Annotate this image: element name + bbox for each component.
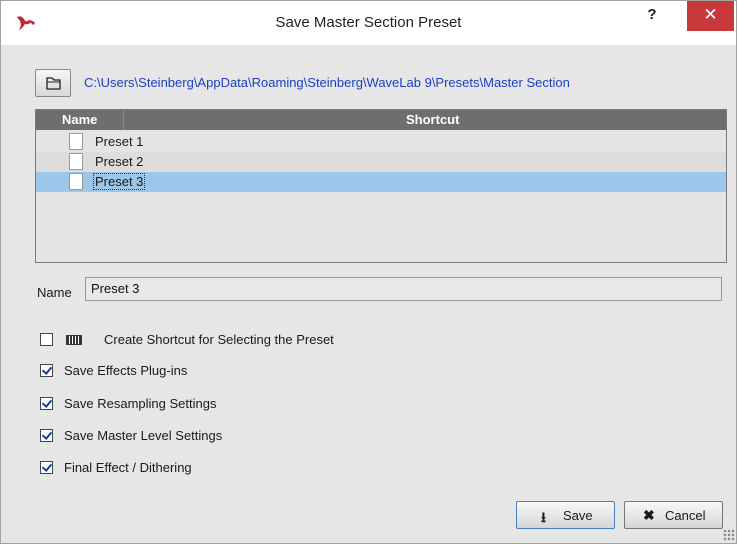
save-effects-label[interactable]: Save Effects Plug-ins [64, 363, 187, 378]
column-divider[interactable] [123, 110, 124, 130]
help-button[interactable]: ? [641, 5, 663, 27]
folder-icon [46, 77, 61, 90]
create-shortcut-checkbox[interactable] [40, 333, 53, 346]
close-button[interactable]: ✕ [687, 1, 734, 31]
list-item[interactable]: Preset 2 [36, 152, 726, 172]
save-effects-checkbox[interactable] [40, 364, 53, 377]
preset-name: Preset 2 [95, 154, 144, 169]
list-item-selected[interactable]: Preset 3 [36, 172, 726, 192]
preset-name: Preset 3 [92, 173, 146, 190]
preset-folder-path[interactable]: C:\Users\Steinberg\AppData\Roaming\Stein… [84, 75, 570, 90]
column-header-shortcut[interactable]: Shortcut [406, 112, 459, 127]
cancel-x-icon: ✖ [643, 507, 655, 523]
save-master-level-checkbox[interactable] [40, 429, 53, 442]
preset-name-input[interactable]: Preset 3 [85, 277, 722, 301]
resize-grip[interactable] [723, 529, 735, 541]
final-effect-checkbox[interactable] [40, 461, 53, 474]
keyboard-icon [66, 335, 82, 345]
save-resampling-label[interactable]: Save Resampling Settings [64, 396, 216, 411]
cancel-button-label: Cancel [665, 508, 706, 523]
document-icon [69, 173, 83, 190]
preset-name: Preset 1 [95, 134, 144, 149]
name-field-label: Name [37, 285, 72, 300]
list-item[interactable]: Preset 1 [36, 132, 726, 152]
final-effect-label[interactable]: Final Effect / Dithering [64, 460, 192, 475]
document-icon [69, 133, 83, 150]
save-download-icon: ⭳ [541, 509, 546, 525]
document-icon [69, 153, 83, 170]
dialog-title: Save Master Section Preset [275, 14, 462, 31]
browse-folder-button[interactable] [35, 69, 71, 97]
column-header-name[interactable]: Name [62, 112, 97, 127]
preset-list[interactable]: Name Shortcut Preset 1 Preset 2 Preset 3 [35, 109, 727, 263]
save-button[interactable]: ⭳ Save [516, 501, 615, 529]
save-master-level-label[interactable]: Save Master Level Settings [64, 428, 222, 443]
create-shortcut-label[interactable]: Create Shortcut for Selecting the Preset [104, 332, 334, 347]
dialog-window: Save Master Section Preset ? ✕ C:\Users\… [0, 0, 737, 544]
cancel-button[interactable]: ✖ Cancel [624, 501, 723, 529]
list-header: Name Shortcut [36, 110, 726, 130]
save-resampling-checkbox[interactable] [40, 397, 53, 410]
save-button-label: Save [563, 508, 593, 523]
title-bar: Save Master Section Preset ? ✕ [1, 1, 736, 45]
